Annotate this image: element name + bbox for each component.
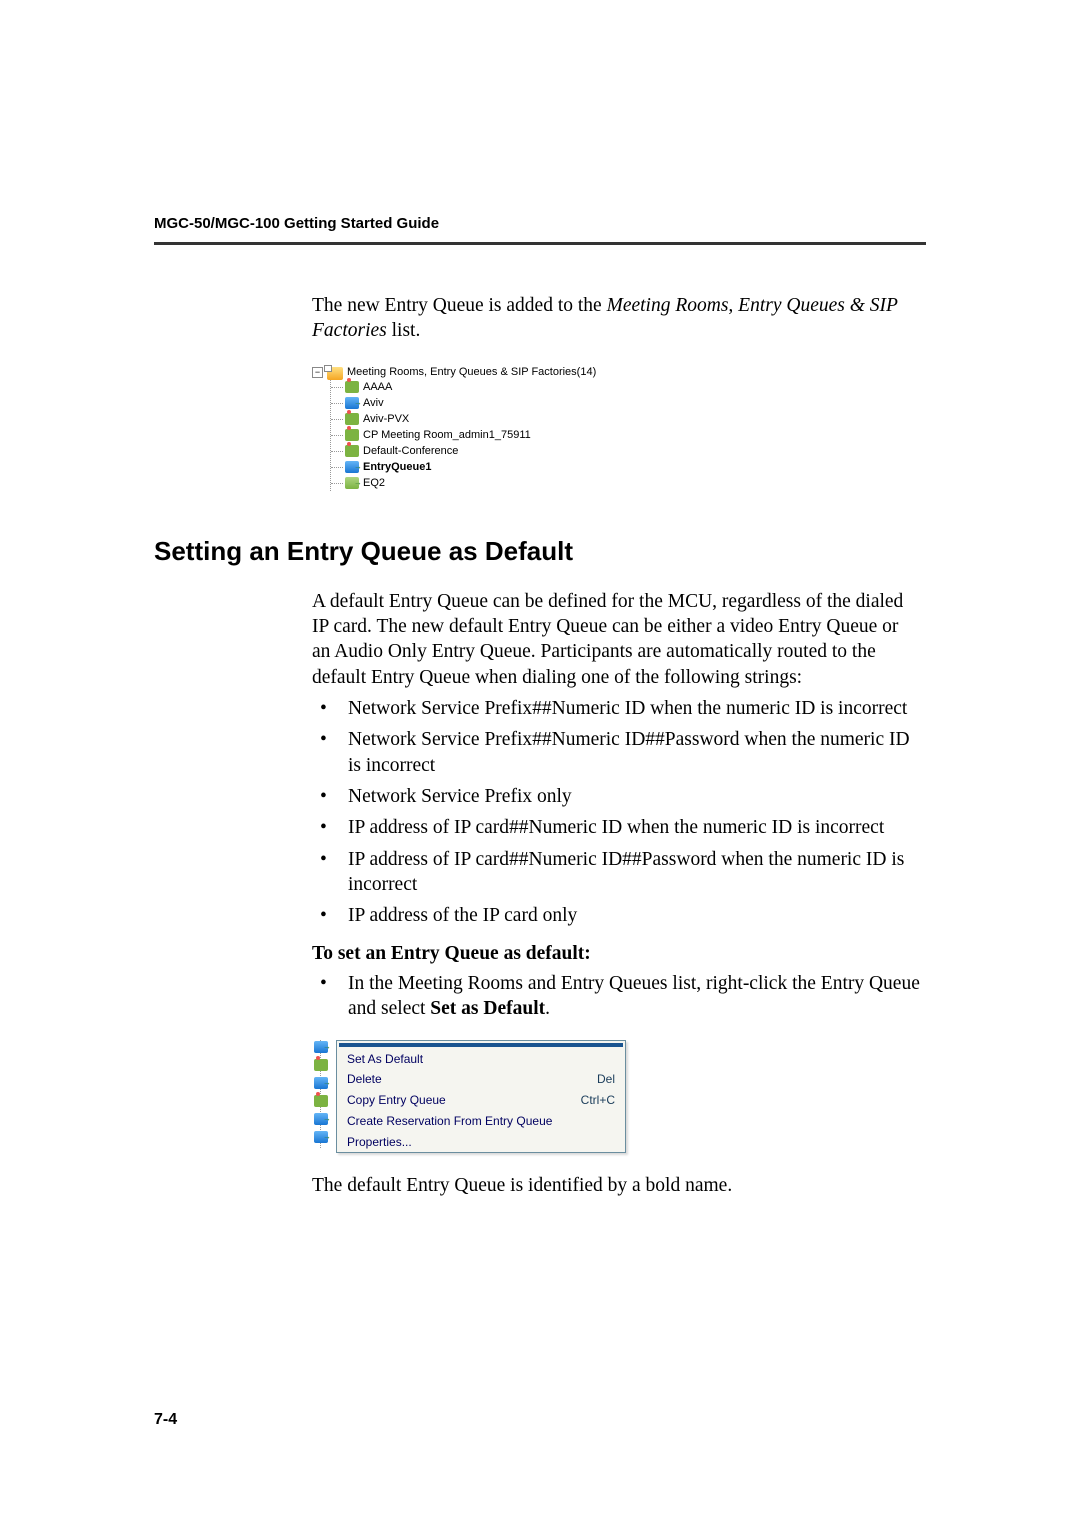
bullet-list: Network Service Prefix##Numeric ID when … (312, 696, 926, 929)
context-menu-item[interactable]: Set As Default (337, 1049, 625, 1070)
context-menu-item-label: Delete (347, 1071, 382, 1088)
tree-list-screenshot: − Meeting Rooms, Entry Queues & SIP Fact… (312, 366, 647, 491)
step-bold: Set as Default (430, 998, 545, 1019)
meeting-icon (345, 429, 359, 441)
eq-icon (345, 397, 359, 409)
eq-icon (314, 1113, 328, 1125)
eq-icon (314, 1077, 328, 1089)
eq-icon (314, 1041, 328, 1053)
step-suffix: . (545, 998, 550, 1019)
closing-paragraph: The default Entry Queue is identified by… (312, 1173, 921, 1198)
tree-children: AAAA Aviv Aviv-PVX CP Meeting Room_admin1_7… (330, 379, 647, 491)
context-menu-item-label: Create Reservation From Entry Queue (347, 1113, 552, 1130)
page-header: MGC-50/MGC-100 Getting Started Guide (154, 215, 926, 245)
sub-heading: To set an Entry Queue as default: (312, 943, 926, 965)
context-menu-item[interactable]: Delete Del (337, 1069, 625, 1090)
tree-root-label: Meeting Rooms, Entry Queues & SIP Factor… (347, 366, 596, 378)
context-menu-item[interactable]: Create Reservation From Entry Queue (337, 1111, 625, 1132)
tree-item: AAAA (331, 379, 647, 395)
bullet-item: Network Service Prefix##Numeric ID when … (312, 696, 926, 721)
meeting-icon (314, 1059, 328, 1071)
meeting-icon (314, 1095, 328, 1107)
tree-item: EQ2 (331, 475, 647, 491)
tree-item-label: Aviv (363, 397, 384, 409)
context-menu-item-label: Set As Default (347, 1051, 423, 1068)
section-paragraph: A default Entry Queue can be defined for… (312, 589, 921, 690)
context-menu-item-label: Properties... (347, 1134, 412, 1151)
context-menu-item-label: Copy Entry Queue (347, 1092, 446, 1109)
bullet-item: Network Service Prefix##Numeric ID##Pass… (312, 727, 926, 778)
context-menu-screenshot: Set As DefaultDeleteDelCopy Entry QueueC… (312, 1040, 926, 1154)
section-heading: Setting an Entry Queue as Default (154, 536, 926, 567)
context-menu-item-shortcut: Del (597, 1071, 615, 1088)
context-menu-item-shortcut: Ctrl+C (581, 1092, 615, 1109)
intro-paragraph: The new Entry Queue is added to the Meet… (312, 293, 921, 344)
eq-icon (314, 1131, 328, 1143)
intro-suffix: list. (387, 320, 421, 341)
tree-item-label: Aviv-PVX (363, 413, 409, 425)
context-menu-item[interactable]: Properties... (337, 1132, 625, 1153)
meeting-icon (345, 413, 359, 425)
tree-item-label: EntryQueue1 (363, 461, 431, 473)
meeting-icon (345, 381, 359, 393)
tree-root: − Meeting Rooms, Entry Queues & SIP Fact… (312, 366, 647, 379)
tree-item-label: CP Meeting Room_admin1_75911 (363, 429, 531, 441)
bullet-item: Network Service Prefix only (312, 784, 926, 809)
collapse-icon: − (312, 367, 323, 378)
intro-prefix: The new Entry Queue is added to the (312, 295, 607, 316)
bullet-item: IP address of IP card##Numeric ID##Passw… (312, 847, 926, 898)
eq2-icon (345, 477, 359, 489)
tree-item-label: EQ2 (363, 477, 385, 489)
header-title: MGC-50/MGC-100 Getting Started Guide (154, 215, 926, 232)
tree-item: CP Meeting Room_admin1_75911 (331, 427, 647, 443)
tree-item: Default-Conference (331, 443, 647, 459)
tree-item-label: Default-Conference (363, 445, 458, 457)
tree-item: Aviv (331, 395, 647, 411)
header-rule (154, 242, 926, 245)
menu-highlight-bar (339, 1043, 623, 1047)
tree-item: EntryQueue1 (331, 459, 647, 475)
tree-item-label: AAAA (363, 381, 392, 393)
context-menu: Set As DefaultDeleteDelCopy Entry QueueC… (336, 1040, 626, 1154)
bullet-item: IP address of the IP card only (312, 903, 926, 928)
eq-icon (345, 461, 359, 473)
step-item: In the Meeting Rooms and Entry Queues li… (312, 971, 926, 1022)
meeting-icon (345, 445, 359, 457)
bullet-item: IP address of IP card##Numeric ID when t… (312, 815, 926, 840)
tree-item: Aviv-PVX (331, 411, 647, 427)
context-tree-icons (312, 1040, 336, 1148)
step-list: In the Meeting Rooms and Entry Queues li… (312, 971, 926, 1022)
context-menu-item[interactable]: Copy Entry Queue Ctrl+C (337, 1090, 625, 1111)
page-number: 7-4 (154, 1411, 177, 1429)
